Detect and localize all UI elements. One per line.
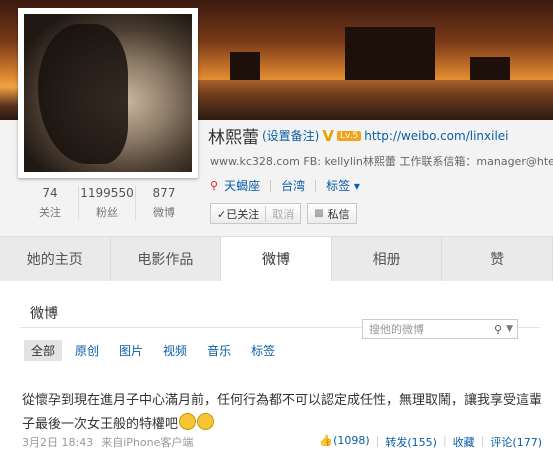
divider: | (480, 434, 485, 447)
level-badge[interactable]: Lv.5 (336, 130, 362, 141)
divider: | (375, 434, 380, 447)
tag-zodiac[interactable]: 天蝎座 (224, 177, 260, 194)
follow-actions: ✓已关注 取消 ▩ 私信 (210, 203, 357, 224)
filter-tags[interactable]: 标签 (244, 340, 282, 361)
stat-following[interactable]: 74 关注 (22, 186, 79, 220)
comment-button[interactable]: 评论(177) (490, 434, 542, 450)
unfollow-link[interactable]: 取消 (265, 205, 294, 222)
like-button[interactable]: 👍(1098) (319, 434, 369, 450)
avatar[interactable] (24, 14, 192, 172)
stat-number: 1199550 (80, 186, 134, 200)
search-icon[interactable]: ⚲ (494, 323, 502, 336)
divider: | (442, 434, 447, 447)
feed-filters: 全部 原创 图片 视频 音乐 标签 (24, 340, 282, 361)
stat-followers[interactable]: 1199550 粉丝 (79, 186, 136, 220)
stat-number: 74 (42, 186, 58, 200)
set-remark-link[interactable]: (设置备注) (262, 127, 319, 144)
post-text: 從懷孕到現在進月子中心滿月前，任何行為都不可以認定成任性，無理取鬧，讓我享受這輩… (22, 389, 542, 437)
post-meta: 3月2日 18:43 来自iPhone客户端 👍(1098) | 转发(155)… (22, 434, 542, 450)
profile-intro: www.kc328.com FB: kellylin林熙蕾 工作联系信箱：man… (210, 155, 553, 168)
filter-music[interactable]: 音乐 (200, 340, 238, 361)
feed-title: 微博 (30, 306, 58, 322)
feed-panel: 微博 搜他的微博 ⚲ ▼ 全部 原创 图片 视频 音乐 标签 從懷孕到現在進月子… (0, 281, 553, 460)
profile-tags: ⚲ 天蝎座 台湾 标签 ▾ (210, 177, 360, 194)
tab-home[interactable]: 她的主页 (0, 237, 111, 281)
post-body: 從懷孕到現在進月子中心滿月前，任何行為都不可以認定成任性，無理取鬧，讓我享受這輩… (22, 393, 543, 432)
stat-label: 关注 (39, 206, 61, 219)
avatar-frame[interactable] (18, 8, 198, 178)
thumbs-up-icon: 👍 (319, 434, 334, 447)
filter-all[interactable]: 全部 (24, 340, 63, 361)
filter-videos[interactable]: 视频 (156, 340, 194, 361)
profile-tabs: 她的主页 电影作品 微博 相册 赞 (0, 236, 553, 282)
weibo-url-link[interactable]: http://weibo.com/linxilei (364, 129, 508, 143)
profile-stats: 74 关注 1199550 粉丝 877 微博 (22, 186, 192, 220)
location-pin-icon: ⚲ (210, 179, 219, 192)
post-date[interactable]: 3月2日 18:43 (22, 434, 93, 450)
avatar-hair (38, 24, 128, 164)
profile-name-row: 林熙蕾 (设置备注) V Lv.5 http://weibo.com/linxi… (208, 123, 509, 149)
ruin-silhouette (345, 27, 435, 82)
stat-label: 粉丝 (96, 206, 118, 219)
stat-posts[interactable]: 877 微博 (136, 186, 192, 220)
tab-weibo[interactable]: 微博 (221, 237, 332, 281)
post-source[interactable]: 来自iPhone客户端 (101, 434, 193, 450)
repost-button[interactable]: 转发(155) (385, 434, 437, 450)
search-input[interactable]: 搜他的微博 ⚲ ▼ (362, 319, 518, 339)
follow-button[interactable]: ✓已关注 取消 (210, 203, 302, 224)
mail-icon: ▩ (314, 208, 324, 219)
verified-icon[interactable]: V (322, 127, 334, 145)
profile-name: 林熙蕾 (208, 128, 259, 148)
emoji-icon (197, 413, 215, 430)
reflection-water (195, 80, 553, 120)
followed-label: ✓已关注 (217, 207, 260, 221)
post-actions: 👍(1098) | 转发(155) | 收藏 | 评论(177) (319, 434, 542, 450)
ruin-silhouette (470, 57, 510, 82)
favorite-button[interactable]: 收藏 (453, 434, 475, 450)
emoji-icon (179, 413, 197, 430)
divider (270, 179, 272, 192)
search-placeholder: 搜他的微博 (369, 323, 424, 336)
tab-album[interactable]: 相册 (332, 237, 443, 281)
tab-films[interactable]: 电影作品 (111, 237, 222, 281)
filter-original[interactable]: 原创 (68, 340, 106, 361)
stat-number: 877 (152, 186, 176, 200)
message-label: 私信 (327, 207, 350, 221)
divider (315, 179, 317, 192)
tab-likes[interactable]: 赞 (442, 237, 553, 281)
ruin-silhouette (230, 52, 260, 82)
tag-location[interactable]: 台湾 (281, 177, 305, 194)
filter-images[interactable]: 图片 (112, 340, 150, 361)
tag-menu[interactable]: 标签 ▾ (326, 177, 360, 194)
message-button[interactable]: ▩ 私信 (307, 203, 357, 224)
chevron-down-icon[interactable]: ▼ (506, 324, 513, 334)
like-count: (1098) (333, 434, 370, 447)
stat-label: 微博 (153, 206, 175, 219)
